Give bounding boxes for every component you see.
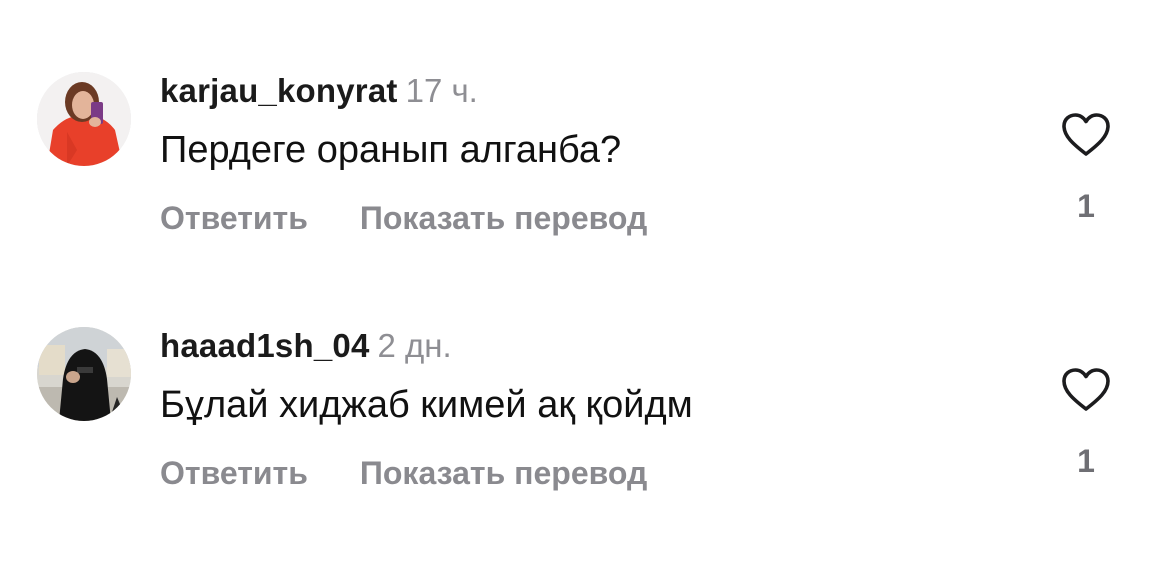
comment-text: Бұлай хиджаб кимей ақ қойдм (160, 384, 693, 426)
comment-time: 2 дн. (377, 327, 452, 364)
comment-actions: Ответить Показать перевод (160, 453, 647, 493)
comment-item: haaad1sh_04 2 дн. Бұлай хиджаб кимей ақ қ… (0, 0, 1170, 491)
like-count: 1 (1077, 443, 1095, 479)
avatar-image (37, 327, 131, 421)
show-translation-button[interactable]: Показать перевод (360, 455, 647, 491)
comment-meta: haaad1sh_04 2 дн. (160, 326, 452, 366)
heart-icon (1062, 368, 1110, 411)
avatar[interactable] (37, 327, 131, 421)
like-button[interactable] (1061, 367, 1111, 413)
username[interactable]: haaad1sh_04 (160, 327, 370, 364)
reply-button[interactable]: Ответить (160, 455, 308, 491)
